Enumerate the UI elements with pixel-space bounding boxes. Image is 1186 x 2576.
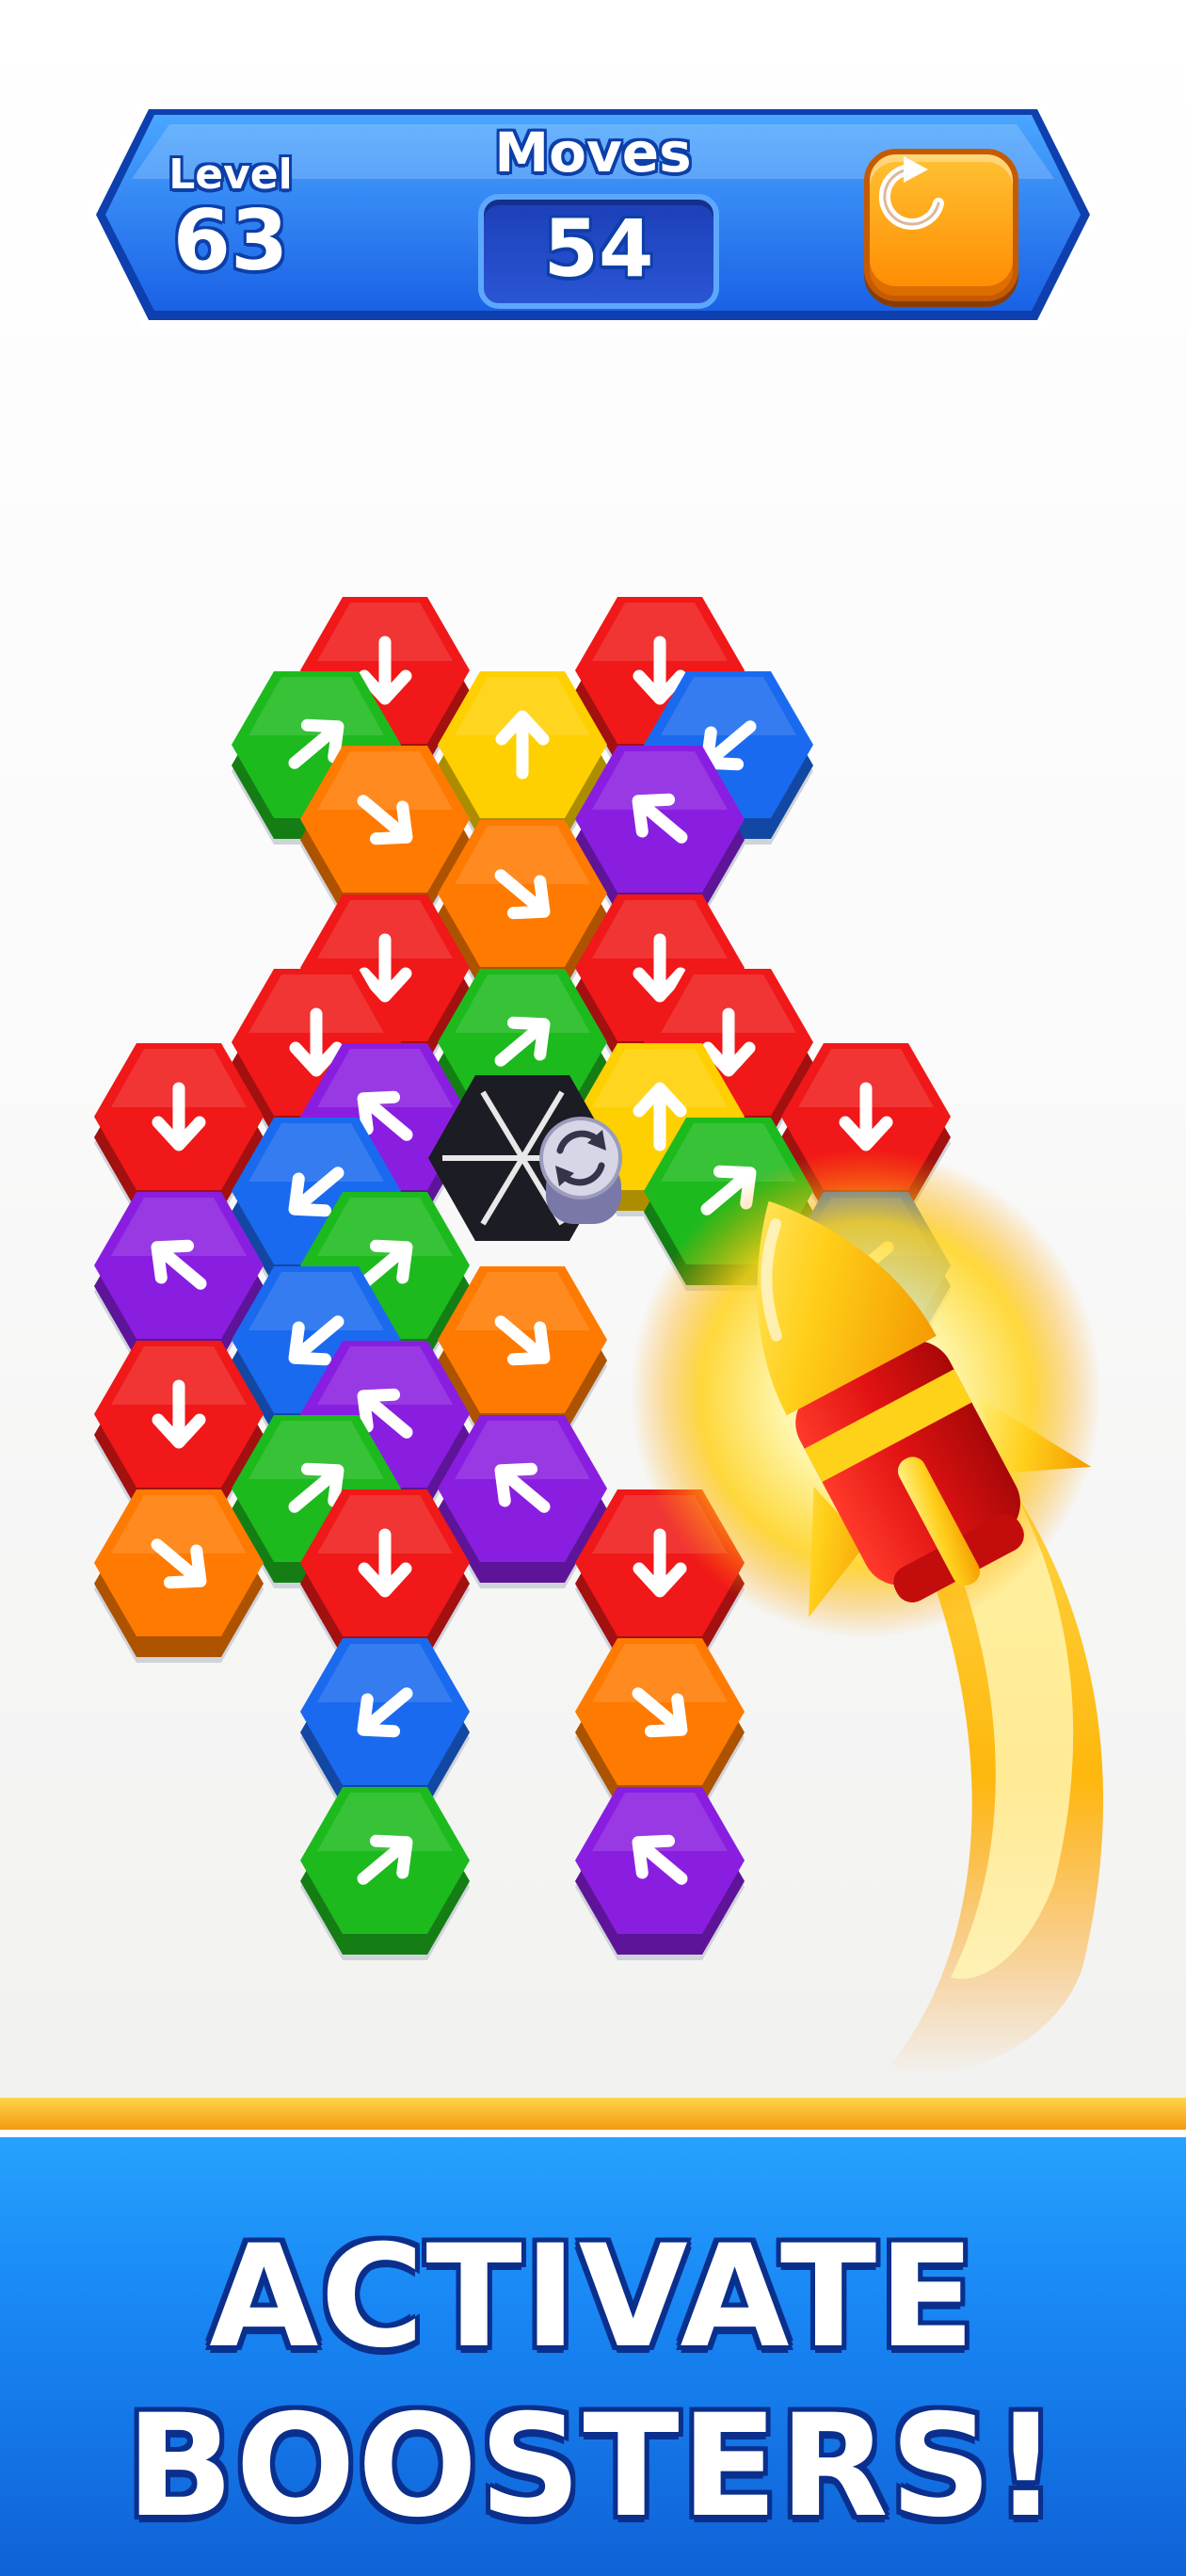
hex-tile-orange[interactable] <box>575 1638 745 1811</box>
banner-gold-stripe <box>0 2098 1186 2137</box>
hex-tile-blue[interactable] <box>300 1638 470 1811</box>
hex-board <box>94 597 1103 2071</box>
hex-tile-purple[interactable] <box>575 1787 745 1960</box>
hex-tile-green[interactable] <box>300 1787 470 1960</box>
banner-title-line1: ACTIVATE <box>209 2215 977 2379</box>
banner-title-line2: BOOSTERS! <box>125 2385 1061 2549</box>
